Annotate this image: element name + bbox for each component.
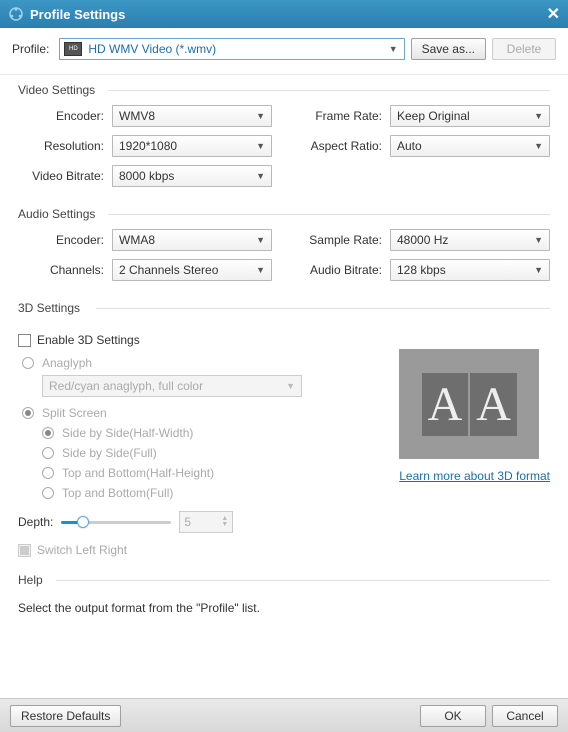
3d-settings-group: 3D Settings Enable 3D Settings Anaglyph … — [18, 299, 550, 557]
app-icon — [8, 6, 24, 22]
profile-label: Profile: — [12, 42, 49, 56]
profile-value: HD WMV Video (*.wmv) — [88, 42, 216, 56]
audio-bitrate-label: Audio Bitrate: — [296, 263, 390, 277]
video-bitrate-label: Video Bitrate: — [18, 169, 112, 183]
video-encoder-label: Encoder: — [18, 109, 112, 123]
help-group: Help Select the output format from the "… — [18, 571, 550, 615]
restore-defaults-button[interactable]: Restore Defaults — [10, 705, 121, 727]
help-text: Select the output format from the "Profi… — [18, 595, 550, 615]
profile-row: Profile: HD HD WMV Video (*.wmv) ▼ Save … — [0, 28, 568, 75]
audio-settings-group: Audio Settings Encoder: WMA8 ▼ Sample Ra… — [18, 205, 550, 281]
ok-button[interactable]: OK — [420, 705, 486, 727]
profile-select[interactable]: HD HD WMV Video (*.wmv) ▼ — [59, 38, 404, 60]
chevron-down-icon: ▼ — [256, 171, 265, 181]
learn-more-link[interactable]: Learn more about 3D format — [399, 469, 550, 483]
switch-lr-label: Switch Left Right — [37, 543, 127, 557]
tab-full-radio — [42, 487, 54, 499]
chevron-down-icon: ▼ — [256, 111, 265, 121]
titlebar: Profile Settings ✕ — [0, 0, 568, 28]
sample-rate-label: Sample Rate: — [296, 233, 390, 247]
profile-format-icon: HD — [64, 42, 82, 56]
tab-half-radio — [42, 467, 54, 479]
close-icon[interactable]: ✕ — [547, 4, 560, 24]
3d-settings-title: 3D Settings — [18, 299, 550, 315]
sample-rate-select[interactable]: 48000 Hz ▼ — [390, 229, 550, 251]
video-encoder-select[interactable]: WMV8 ▼ — [112, 105, 272, 127]
video-settings-group: Video Settings Encoder: WMV8 ▼ Frame Rat… — [18, 81, 550, 187]
chevron-down-icon: ▼ — [534, 235, 543, 245]
sbs-half-label: Side by Side(Half-Width) — [62, 426, 193, 440]
tab-half-label: Top and Bottom(Half-Height) — [62, 466, 214, 480]
channels-select[interactable]: 2 Channels Stereo ▼ — [112, 259, 272, 281]
channels-label: Channels: — [18, 263, 112, 277]
audio-bitrate-select[interactable]: 128 kbps ▼ — [390, 259, 550, 281]
split-screen-radio — [22, 407, 34, 419]
window-title: Profile Settings — [30, 7, 547, 22]
enable-3d-checkbox[interactable] — [18, 334, 31, 347]
sbs-full-radio — [42, 447, 54, 459]
depth-label: Depth: — [18, 515, 53, 529]
video-bitrate-select[interactable]: 8000 kbps ▼ — [112, 165, 272, 187]
delete-button: Delete — [492, 38, 556, 60]
footer: Restore Defaults OK Cancel — [0, 698, 568, 732]
aspect-ratio-select[interactable]: Auto ▼ — [390, 135, 550, 157]
chevron-down-icon: ▼ — [389, 44, 398, 54]
chevron-down-icon: ▼ — [534, 265, 543, 275]
depth-slider[interactable] — [61, 514, 171, 530]
chevron-down-icon: ▼ — [534, 141, 543, 151]
sbs-full-label: Side by Side(Full) — [62, 446, 157, 460]
depth-spinner: 5 ▲▼ — [179, 511, 233, 533]
tab-full-label: Top and Bottom(Full) — [62, 486, 173, 500]
anaglyph-radio — [22, 357, 34, 369]
chevron-down-icon: ▼ — [534, 111, 543, 121]
chevron-down-icon: ▼ — [256, 265, 265, 275]
audio-settings-title: Audio Settings — [18, 205, 550, 221]
frame-rate-label: Frame Rate: — [296, 109, 390, 123]
chevron-down-icon: ▼ — [256, 141, 265, 151]
split-screen-label: Split Screen — [42, 406, 107, 420]
video-settings-title: Video Settings — [18, 81, 550, 97]
audio-encoder-label: Encoder: — [18, 233, 112, 247]
save-as-button[interactable]: Save as... — [411, 38, 486, 60]
aspect-ratio-label: Aspect Ratio: — [296, 139, 390, 153]
audio-encoder-select[interactable]: WMA8 ▼ — [112, 229, 272, 251]
help-title: Help — [18, 571, 550, 587]
frame-rate-select[interactable]: Keep Original ▼ — [390, 105, 550, 127]
3d-preview: A A — [399, 349, 539, 459]
anaglyph-label: Anaglyph — [42, 356, 92, 370]
resolution-label: Resolution: — [18, 139, 112, 153]
chevron-down-icon: ▼ — [221, 522, 228, 528]
chevron-down-icon: ▼ — [256, 235, 265, 245]
chevron-down-icon: ▼ — [286, 381, 295, 391]
anaglyph-type-select: Red/cyan anaglyph, full color ▼ — [42, 375, 302, 397]
resolution-select[interactable]: 1920*1080 ▼ — [112, 135, 272, 157]
switch-lr-checkbox — [18, 544, 31, 557]
cancel-button[interactable]: Cancel — [492, 705, 558, 727]
sbs-half-radio — [42, 427, 54, 439]
enable-3d-label: Enable 3D Settings — [37, 333, 140, 347]
